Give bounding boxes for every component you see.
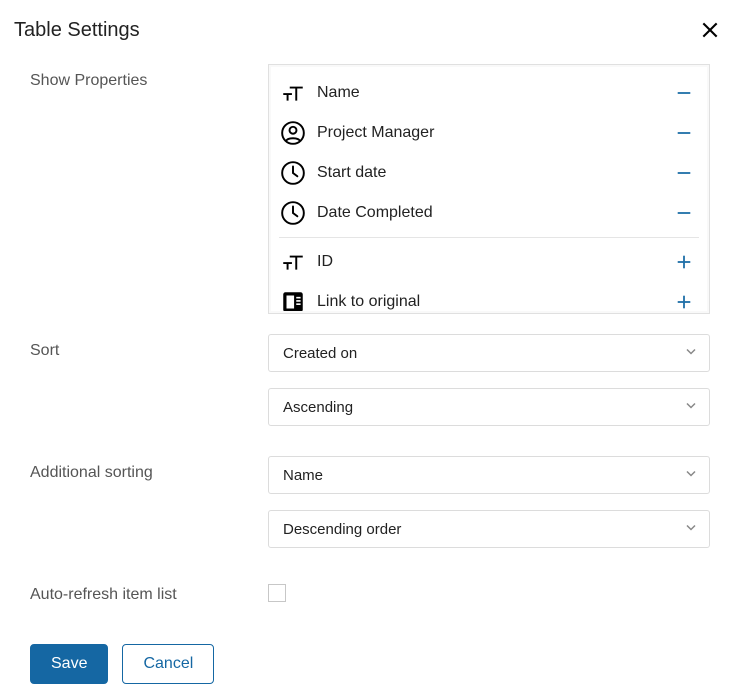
save-button[interactable]: Save [30, 644, 108, 684]
chevron-down-icon [685, 345, 697, 362]
sort-field-select[interactable]: Created on [268, 334, 710, 372]
control-additional-sorting: Name Descending order [268, 456, 710, 564]
property-item: Date Completed [275, 193, 703, 233]
property-item: Project Manager [275, 113, 703, 153]
add-property-button[interactable] [669, 247, 699, 277]
sort-field-value: Created on [283, 345, 357, 362]
row-additional-sorting: Additional sorting Name Descending order [30, 456, 724, 564]
remove-property-button[interactable] [669, 158, 699, 188]
chevron-down-icon [685, 467, 697, 484]
cancel-button[interactable]: Cancel [122, 644, 214, 684]
page-solid-icon [279, 288, 307, 311]
row-show-properties: Show Properties Name Project Manager Start… [30, 64, 724, 314]
dialog-header: Table Settings [14, 12, 724, 52]
additional-sort-field-select[interactable]: Name [268, 456, 710, 494]
auto-refresh-checkbox[interactable] [268, 584, 286, 602]
remove-property-button[interactable] [669, 78, 699, 108]
control-auto-refresh [268, 578, 710, 602]
dialog-body: Show Properties Name Project Manager Start… [14, 52, 724, 604]
table-settings-dialog: Table Settings Show Properties Name Proje… [0, 0, 738, 677]
property-label: Link to original [317, 293, 669, 311]
property-item: ID [275, 242, 703, 282]
property-label: Name [317, 84, 669, 102]
chevron-down-icon [685, 521, 697, 538]
property-label: Start date [317, 164, 669, 182]
control-show-properties: Name Project Manager Start date Date Comple… [268, 64, 710, 314]
text-size-icon [279, 79, 307, 107]
row-auto-refresh: Auto-refresh item list [30, 578, 724, 604]
row-sort: Sort Created on Ascending [30, 334, 724, 442]
label-auto-refresh: Auto-refresh item list [30, 578, 268, 604]
close-icon [700, 20, 720, 40]
property-item: Link to original [275, 282, 703, 311]
property-label: Project Manager [317, 124, 669, 142]
dialog-footer: Save Cancel [14, 618, 724, 684]
properties-separator [279, 237, 699, 238]
user-circle-icon [279, 119, 307, 147]
properties-listbox: Name Project Manager Start date Date Comple… [268, 64, 710, 314]
sort-direction-select[interactable]: Ascending [268, 388, 710, 426]
property-item: Start date [275, 153, 703, 193]
control-sort: Created on Ascending [268, 334, 710, 442]
additional-sort-direction-select[interactable]: Descending order [268, 510, 710, 548]
label-sort: Sort [30, 334, 268, 360]
close-button[interactable] [696, 16, 724, 44]
property-label: Date Completed [317, 204, 669, 222]
label-show-properties: Show Properties [30, 64, 268, 90]
text-size-icon [279, 248, 307, 276]
properties-scroll[interactable]: Name Project Manager Start date Date Comple… [271, 67, 707, 311]
property-item: Name [275, 73, 703, 113]
dialog-title: Table Settings [14, 19, 140, 42]
remove-property-button[interactable] [669, 198, 699, 228]
chevron-down-icon [685, 399, 697, 416]
add-property-button[interactable] [669, 287, 699, 311]
additional-sort-direction-value: Descending order [283, 521, 401, 538]
clock-icon [279, 159, 307, 187]
remove-property-button[interactable] [669, 118, 699, 148]
property-label: ID [317, 253, 669, 271]
label-additional-sorting: Additional sorting [30, 456, 268, 482]
sort-direction-value: Ascending [283, 399, 353, 416]
clock-icon [279, 199, 307, 227]
additional-sort-field-value: Name [283, 467, 323, 484]
